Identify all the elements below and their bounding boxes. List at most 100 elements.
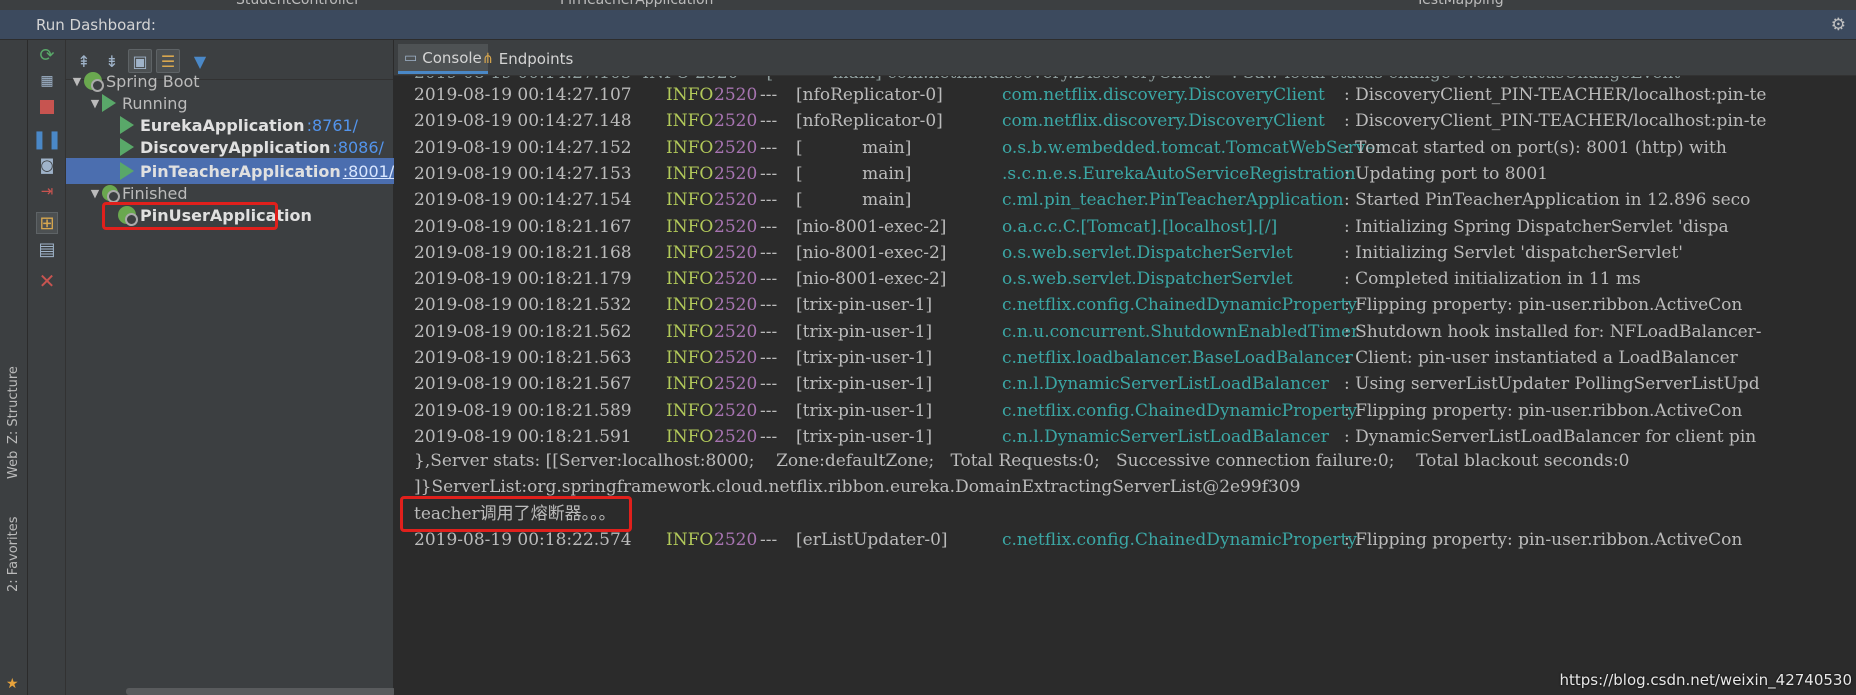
log-pid: 2520 xyxy=(714,295,758,316)
tool-window-stripe: Z: Structure Web 2: Favorites ★ xyxy=(0,40,28,695)
log-logger: c.netflix.config.ChainedDynamicProperty xyxy=(1002,295,1357,316)
log-thread: [nio-8001-exec-2] xyxy=(796,216,947,237)
log-pid: 2520 xyxy=(714,374,758,395)
log-level: INFO xyxy=(666,295,714,316)
close-icon[interactable]: ✕ xyxy=(36,269,58,293)
log-pid: 2520 xyxy=(714,321,758,342)
log-separator: --- xyxy=(760,269,778,290)
log-logger: c.netflix.config.ChainedDynamicProperty xyxy=(1002,400,1357,421)
log-logger: com.netflix.discovery.DiscoveryClient xyxy=(1002,85,1325,105)
log-separator: --- xyxy=(760,426,778,447)
log-separator: --- xyxy=(760,163,778,184)
chevron-down-icon[interactable]: ▼ xyxy=(88,97,102,110)
log-message: : Shutdown hook installed for: NFLoadBal… xyxy=(1344,321,1762,342)
layout-icon[interactable]: ▤ xyxy=(36,238,58,260)
log-pid: 2520 xyxy=(714,85,758,105)
console-output[interactable]: 2019-08-19 00:14:27.105 INFO 2520 --- [ … xyxy=(394,76,1856,695)
annotation-highlight-box xyxy=(102,202,278,230)
web-tool-button[interactable]: Web xyxy=(2,435,26,495)
log-logger: c.netflix.loadbalancer.BaseLoadBalancer xyxy=(1002,348,1353,368)
tab-endpoints[interactable]: ⋔ Endpoints xyxy=(476,44,579,74)
log-timestamp: 2019-08-19 00:14:27.107 xyxy=(414,85,632,105)
log-pid: 2520 xyxy=(714,163,758,184)
log-thread: [trix-pin-user-1] xyxy=(796,374,933,395)
log-separator: --- xyxy=(760,242,778,263)
log-timestamp: 2019-08-19 00:18:22.574 xyxy=(414,530,632,550)
run-configurations-tree: ⇞ ⇟ ▣ ☰ ▼ ▼ Spring Boot ▼ Running Eureka… xyxy=(66,40,396,695)
log-level: INFO xyxy=(666,242,714,263)
log-thread: [nio-8001-exec-2] xyxy=(796,269,947,290)
log-message: : DiscoveryClient_PIN-TEACHER/localhost:… xyxy=(1344,85,1767,105)
tree-node-label: Running xyxy=(122,93,188,113)
debug-all-icon[interactable]: ▦ xyxy=(36,70,58,92)
log-logger: o.s.web.servlet.DispatcherServlet xyxy=(1002,269,1293,290)
log-separator: --- xyxy=(760,400,778,421)
log-separator: --- xyxy=(760,295,778,316)
log-thread: [trix-pin-user-1] xyxy=(796,348,933,368)
log-separator: --- xyxy=(760,374,778,395)
log-pid: 2520 xyxy=(714,269,758,290)
log-logger: o.a.c.c.C.[Tomcat].[localhost].[/] xyxy=(1002,216,1278,237)
camera-icon[interactable]: ◙ xyxy=(36,154,58,176)
log-level: INFO xyxy=(666,190,714,211)
watermark: https://blog.csdn.net/weixin_42740530 xyxy=(1559,671,1852,689)
app-port-link[interactable]: :8761/ xyxy=(307,116,359,135)
log-level: INFO xyxy=(666,163,714,184)
editor-tab-pin-teacher-application[interactable]: PinTeacherApplication xyxy=(560,0,713,10)
log-thread: [nfoReplicator-0] xyxy=(796,111,943,132)
log-level: INFO xyxy=(666,269,714,290)
app-port-link[interactable]: :8086/ xyxy=(332,138,384,157)
log-timestamp: 2019-08-19 00:18:21.168 xyxy=(414,242,632,263)
tree-item-discovery[interactable]: DiscoveryApplication :8086/ xyxy=(66,134,394,160)
rerun-icon[interactable]: ⟳ xyxy=(36,44,58,66)
running-icon xyxy=(120,138,134,156)
log-thread: [nfoReplicator-0] xyxy=(796,85,943,105)
tab-console[interactable]: ▭ Console xyxy=(398,44,488,74)
stop-icon xyxy=(40,100,54,114)
log-text: },Server stats: [[Server:localhost:8000;… xyxy=(414,451,1630,471)
log-thread: [trix-pin-user-1] xyxy=(796,295,933,316)
log-separator: --- xyxy=(760,190,778,211)
log-timestamp: 2019-08-19 00:18:21.532 xyxy=(414,295,632,316)
log-pid: 2520 xyxy=(714,530,758,550)
log-separator: --- xyxy=(760,321,778,342)
app-port-link[interactable]: :8001/ xyxy=(343,162,395,181)
log-pid: 2520 xyxy=(714,400,758,421)
app-name: EurekaApplication xyxy=(140,115,305,135)
editor-tab-test-mapping[interactable]: TestMapping xyxy=(1416,0,1504,10)
pause-icon[interactable]: ❚❚ xyxy=(32,128,62,150)
log-message: : Updating port to 8001 xyxy=(1344,163,1549,184)
console-tab-bar: ▭ Console ⋔ Endpoints xyxy=(394,40,1856,76)
stop-button[interactable] xyxy=(36,96,58,118)
structure-label: Z: Structure xyxy=(6,366,21,444)
editor-tab-student-controller[interactable]: StudentController xyxy=(236,0,360,10)
group-by-icon[interactable]: ⊞ xyxy=(36,212,58,234)
running-icon xyxy=(120,162,134,180)
star-icon[interactable]: ★ xyxy=(6,676,19,692)
endpoints-icon: ⋔ xyxy=(482,51,494,67)
log-timestamp: 2019-08-19 00:18:21.562 xyxy=(414,321,632,342)
log-pid: 2520 xyxy=(714,190,758,211)
log-message: : DiscoveryClient_PIN-TEACHER/localhost:… xyxy=(1344,111,1767,132)
exit-icon[interactable]: ⇥ xyxy=(36,180,58,202)
log-logger: c.netflix.config.ChainedDynamicProperty xyxy=(1002,530,1357,550)
log-pid: 2520 xyxy=(714,426,758,447)
log-thread: [nio-8001-exec-2] xyxy=(796,242,947,263)
horizontal-scrollbar[interactable] xyxy=(126,688,396,695)
log-logger: com.netflix.discovery.DiscoveryClient xyxy=(1002,111,1325,132)
log-separator: --- xyxy=(760,530,778,550)
run-dashboard-title-bar: Run Dashboard: ⚙ xyxy=(0,10,1856,40)
log-message: : Completed initialization in 11 ms xyxy=(1344,269,1641,290)
log-pid: 2520 xyxy=(714,216,758,237)
log-message: : Flipping property: pin-user.ribbon.Act… xyxy=(1344,400,1743,421)
favorites-tool-button[interactable]: 2: Favorites xyxy=(2,500,26,600)
log-thread: [trix-pin-user-1] xyxy=(796,400,933,421)
editor-tab-strip: StudentController PinTeacherApplication … xyxy=(0,0,1856,10)
gear-icon[interactable]: ⚙ xyxy=(1831,15,1846,35)
log-timestamp: 2019-08-19 00:18:21.567 xyxy=(414,374,632,395)
log-message: : DynamicServerListLoadBalancer for clie… xyxy=(1344,426,1757,447)
log-pid: 2520 xyxy=(714,242,758,263)
chevron-down-icon[interactable]: ▼ xyxy=(70,75,84,88)
chevron-down-icon[interactable]: ▼ xyxy=(88,187,102,200)
log-timestamp: 2019-08-19 00:14:27.153 xyxy=(414,163,632,184)
